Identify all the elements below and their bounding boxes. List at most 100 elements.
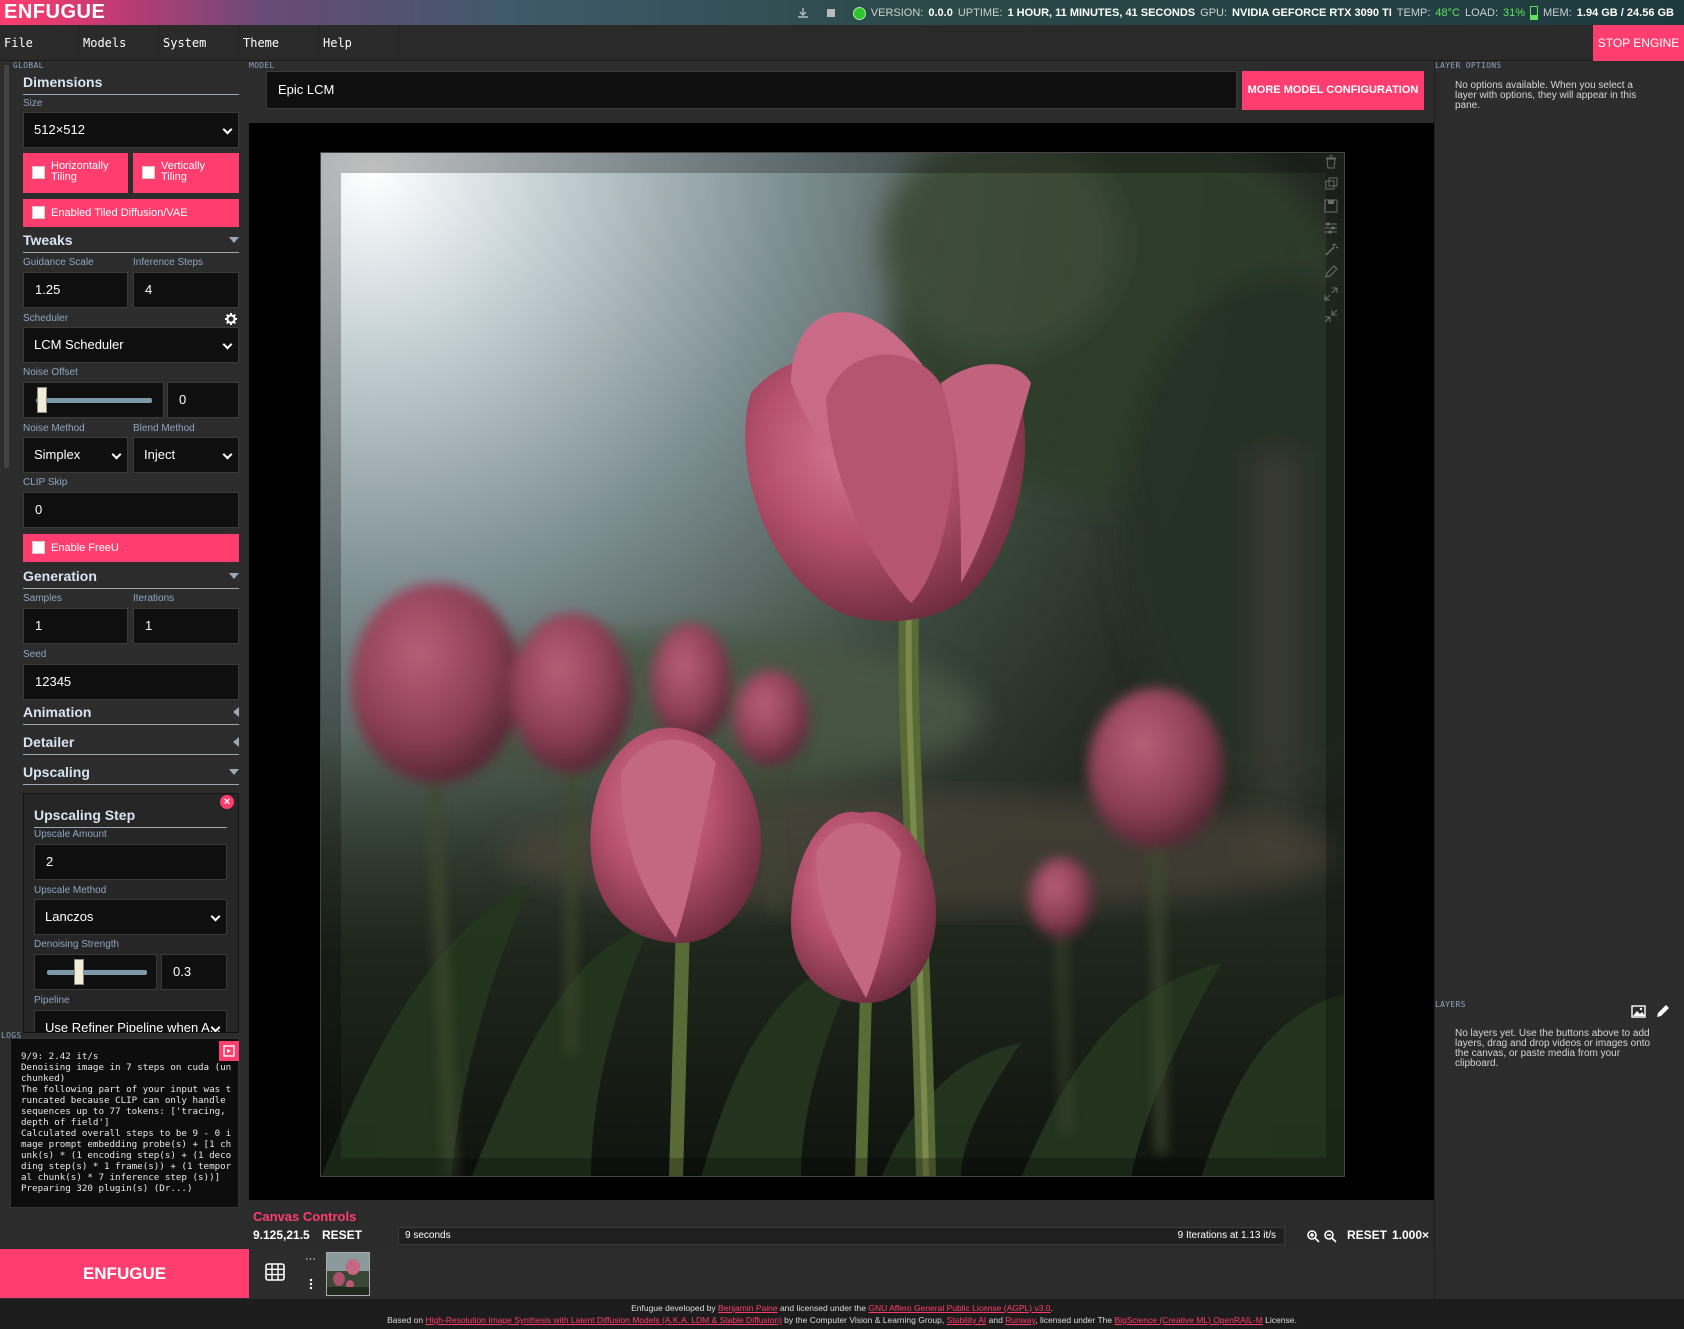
uptime-label: UPTIME: <box>957 7 1003 19</box>
compress-icon[interactable] <box>1324 309 1338 323</box>
animation-title: Animation <box>23 704 92 720</box>
generated-image[interactable] <box>320 152 1345 1177</box>
reset-zoom-button[interactable]: RESET <box>1347 1228 1387 1242</box>
expand-logs-button[interactable] <box>219 1041 239 1061</box>
model-input[interactable]: Epic LCM <box>266 71 1237 109</box>
stop-engine-button[interactable]: STOP ENGINE <box>1593 25 1684 61</box>
scheduler-select[interactable]: LCM Scheduler <box>23 327 239 363</box>
blend-method-select[interactable]: Inject <box>133 437 239 473</box>
noise-offset-input[interactable]: 0 <box>167 382 239 418</box>
magic-wand-icon[interactable] <box>1324 243 1338 257</box>
tweaks-header[interactable]: Tweaks <box>23 229 239 253</box>
steps-label: Inference Steps <box>133 257 204 268</box>
menu-models[interactable]: Models <box>79 25 159 61</box>
load-value: 31% <box>1503 7 1526 19</box>
dimensions-header[interactable]: Dimensions <box>23 71 239 95</box>
animation-header[interactable]: Animation <box>23 701 239 725</box>
header-bar: ENFUGUE VERSION: 0.0.0 UPTIME: 1 HOUR, 1… <box>0 0 1684 25</box>
sliders-icon[interactable] <box>1324 221 1338 235</box>
stability-link[interactable]: Stability AI <box>947 1315 987 1325</box>
freeu-check[interactable] <box>32 541 45 554</box>
footer-text: by the Computer Vision & Learning Group, <box>781 1315 947 1325</box>
more-horizontal-icon[interactable]: ··· <box>305 1253 316 1265</box>
generation-header[interactable]: Generation <box>23 565 239 589</box>
pipeline-value: Use Refiner Pipeline when A... <box>45 1020 221 1033</box>
size-select[interactable]: 512×512 <box>23 112 239 148</box>
steps-input[interactable]: 4 <box>133 272 239 308</box>
denoise-thumb[interactable] <box>74 959 84 985</box>
paper-link[interactable]: High-Resolution Image Synthesis with Lat… <box>425 1315 781 1325</box>
horizontal-tiling-check[interactable] <box>32 166 45 179</box>
elapsed-time: 9 seconds <box>405 1230 451 1241</box>
seed-input[interactable]: 12345 <box>23 664 239 700</box>
download-icon[interactable] <box>797 7 809 19</box>
gpu-label: GPU: <box>1200 7 1228 19</box>
edit-icon[interactable] <box>1324 265 1338 279</box>
noise-method-select[interactable]: Simplex <box>23 437 128 473</box>
enfugue-button[interactable]: ENFUGUE <box>0 1249 249 1298</box>
scheduler-gear-icon[interactable] <box>225 313 237 325</box>
freeu-checkbox[interactable]: Enable FreeU <box>23 534 239 562</box>
collapse-arrow-icon <box>229 237 239 243</box>
openrail-link[interactable]: BigScience (Creative ML) OpenRAIL-M <box>1114 1315 1262 1325</box>
version-value: 0.0.0 <box>928 7 953 19</box>
more-model-configuration-button[interactable]: MORE MODEL CONFIGURATION <box>1242 71 1424 110</box>
guidance-input[interactable]: 1.25 <box>23 272 128 308</box>
tiled-diffusion-checkbox[interactable]: Enabled Tiled Diffusion/VAE <box>23 199 239 227</box>
menu-file[interactable]: File <box>0 25 79 61</box>
menu-theme[interactable]: Theme <box>239 25 319 61</box>
sample-thumbnail[interactable] <box>326 1252 370 1296</box>
zoom-in-icon[interactable] <box>1307 1230 1320 1243</box>
samples-input[interactable]: 1 <box>23 608 128 644</box>
upscaling-step-card: Upscaling Step Upscale Amount 2 Upscale … <box>23 793 239 1033</box>
menu-system[interactable]: System <box>159 25 239 61</box>
upscaling-header[interactable]: Upscaling <box>23 761 239 785</box>
vertical-tiling-checkbox[interactable]: Vertically Tiling <box>133 153 239 193</box>
add-image-layer-icon[interactable] <box>1631 1005 1646 1018</box>
upscale-amount-input[interactable]: 2 <box>34 844 227 880</box>
save-icon[interactable] <box>1324 199 1338 213</box>
upscale-method-select[interactable]: Lanczos <box>34 899 227 935</box>
denoise-slider[interactable] <box>34 954 157 990</box>
left-scrollbar[interactable] <box>4 65 9 468</box>
zoom-out-icon[interactable] <box>1324 1230 1337 1243</box>
expand-icon[interactable] <box>1324 287 1338 301</box>
noise-offset-slider[interactable] <box>23 382 164 418</box>
license-link[interactable]: GNU Affero General Public License (AGPL)… <box>868 1303 1050 1313</box>
menu-help[interactable]: Help <box>319 25 399 61</box>
vertical-tiling-check[interactable] <box>142 166 155 179</box>
noise-offset-label: Noise Offset <box>23 367 78 378</box>
cursor-coordinates: 9.125,21.5 <box>253 1228 310 1242</box>
grid-view-icon[interactable] <box>265 1263 285 1281</box>
runway-link[interactable]: Runway <box>1005 1315 1035 1325</box>
logs-panel[interactable]: 9/9: 2.42 it/s Denoising image in 7 step… <box>10 1038 239 1208</box>
blend-method-value: Inject <box>144 447 176 462</box>
upscaling-title: Upscaling <box>23 764 90 780</box>
clip-skip-label: CLIP Skip <box>23 477 68 488</box>
iterations-input[interactable]: 1 <box>133 608 239 644</box>
reset-position-button[interactable]: RESET <box>322 1228 362 1242</box>
horizontal-tiling-checkbox[interactable]: Horizontally Tiling <box>23 153 128 193</box>
noise-offset-thumb[interactable] <box>37 387 47 413</box>
stop-square-icon[interactable] <box>825 7 837 19</box>
expand-arrow-icon <box>233 707 239 717</box>
load-meter <box>1530 6 1539 20</box>
global-tag: GLOBAL <box>13 61 44 70</box>
detailer-header[interactable]: Detailer <box>23 731 239 755</box>
close-icon[interactable]: × <box>220 795 234 809</box>
menu-bar: File Models System Theme Help STOP ENGIN… <box>0 25 1684 61</box>
clip-skip-input[interactable]: 0 <box>23 492 239 528</box>
denoise-input[interactable]: 0.3 <box>161 954 227 990</box>
mem-value: 1.94 GB / 24.56 GB <box>1576 7 1674 19</box>
model-tag: MODEL <box>249 61 275 70</box>
add-drawing-layer-icon[interactable] <box>1655 1004 1670 1019</box>
upscaling-step-title: Upscaling Step <box>34 804 227 828</box>
samples-label: Samples <box>23 593 62 604</box>
pipeline-select[interactable]: Use Refiner Pipeline when A... <box>34 1010 227 1033</box>
app-root: ENFUGUE VERSION: 0.0.0 UPTIME: 1 HOUR, 1… <box>0 0 1684 1329</box>
more-vertical-icon[interactable] <box>309 1278 313 1290</box>
trash-icon[interactable] <box>1324 155 1338 169</box>
tiled-diffusion-check[interactable] <box>32 206 45 219</box>
copy-icon[interactable] <box>1324 177 1338 191</box>
author-link[interactable]: Benjamin Paine <box>718 1303 778 1313</box>
